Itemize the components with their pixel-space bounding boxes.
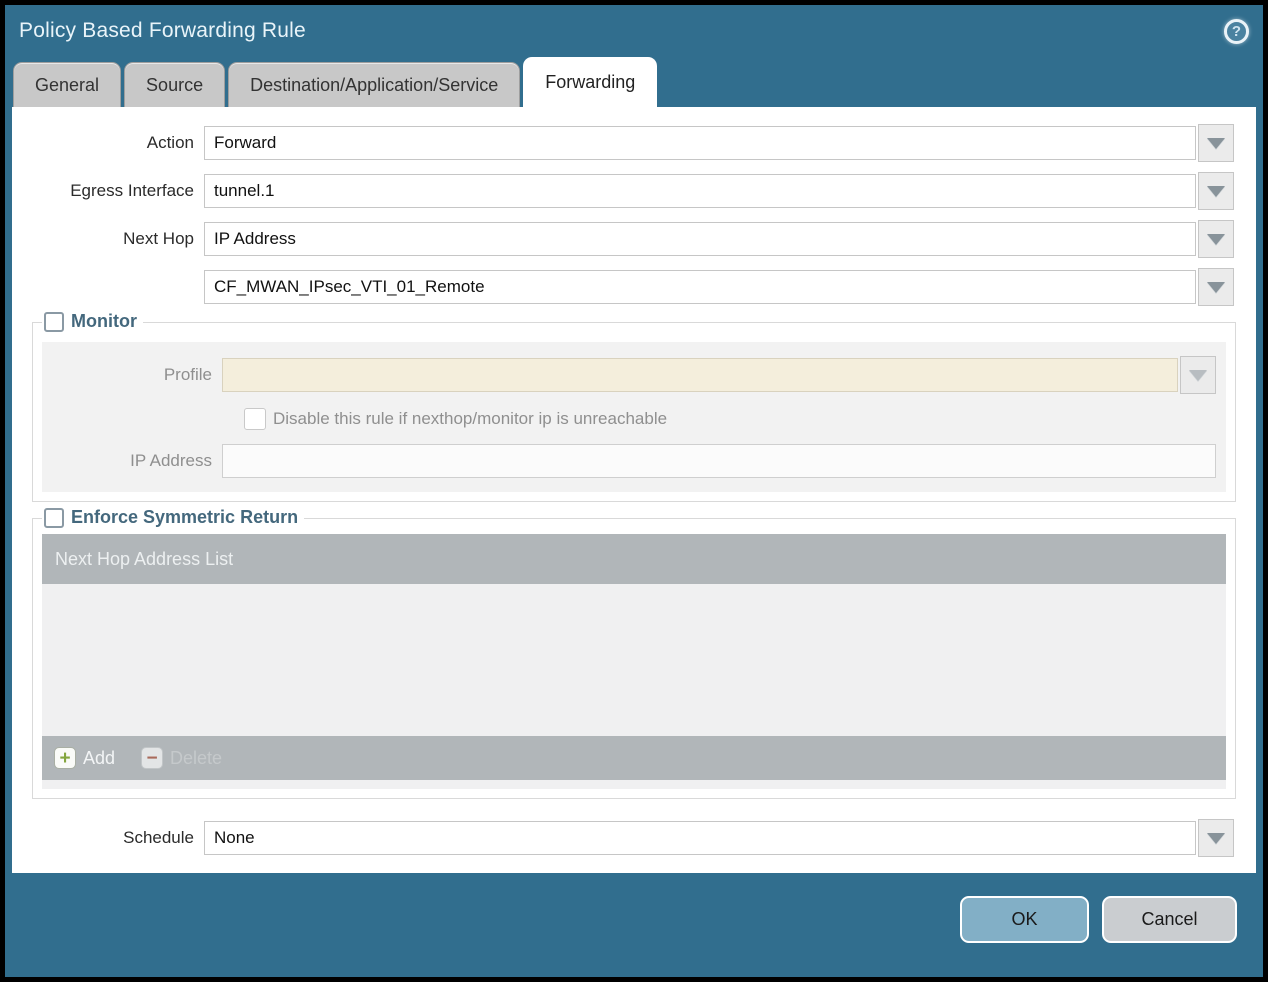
tab-forwarding[interactable]: Forwarding (523, 57, 658, 107)
symmetric-return-legend-label: Enforce Symmetric Return (71, 507, 299, 527)
disable-rule-row: Disable this rule if nexthop/monitor ip … (244, 408, 1216, 430)
next-hop-address-list-body[interactable] (42, 584, 1226, 736)
plus-icon: + (54, 747, 76, 769)
egress-interface-select[interactable]: tunnel.1 (204, 174, 1196, 208)
egress-interface-row: Egress Interface tunnel.1 (34, 172, 1234, 210)
profile-select (222, 358, 1178, 392)
delete-button-label: Delete (170, 747, 223, 768)
cancel-button[interactable]: Cancel (1102, 895, 1237, 943)
dialog-title: Policy Based Forwarding Rule (19, 19, 306, 42)
table-bottom-strip (42, 780, 1226, 789)
policy-based-forwarding-dialog: Policy Based Forwarding Rule ? General S… (5, 5, 1263, 977)
next-hop-address-row: CF_MWAN_IPsec_VTI_01_Remote (34, 268, 1234, 306)
schedule-row: Schedule None (34, 819, 1234, 857)
help-icon[interactable]: ? (1224, 18, 1249, 44)
next-hop-row: Next Hop IP Address (34, 220, 1234, 258)
schedule-dropdown-button[interactable] (1198, 819, 1234, 857)
add-button-label: Add (83, 747, 116, 768)
monitor-checkbox[interactable] (44, 311, 64, 332)
symmetric-return-fieldset: Enforce Symmetric Return Next Hop Addres… (32, 507, 1236, 799)
monitor-ip-address-label: IP Address (130, 451, 212, 470)
delete-button: − Delete (141, 747, 222, 769)
next-hop-type-select[interactable]: IP Address (204, 222, 1196, 256)
chevron-down-icon (1207, 137, 1225, 149)
monitor-legend-label: Monitor (71, 311, 137, 331)
chevron-down-icon (1207, 233, 1225, 245)
chevron-down-icon (1207, 832, 1225, 844)
tab-destination-application-service[interactable]: Destination/Application/Service (228, 62, 521, 107)
next-hop-address-list-toolbar: + Add − Delete (42, 736, 1226, 780)
schedule-select[interactable]: None (204, 821, 1196, 855)
profile-label: Profile (163, 365, 212, 384)
chevron-down-icon (1207, 185, 1225, 197)
action-dropdown-button[interactable] (1198, 124, 1234, 162)
monitor-ip-address-row: IP Address (52, 444, 1216, 478)
action-select[interactable]: Forward (204, 126, 1196, 160)
chevron-down-icon (1207, 281, 1225, 293)
monitor-disabled-panel: Profile Disable this rule if nexthop/mon… (42, 342, 1226, 492)
monitor-fieldset: Monitor Profile Disable this rule if nex… (32, 311, 1236, 502)
chevron-down-icon (1189, 369, 1207, 381)
tab-source[interactable]: Source (124, 62, 226, 107)
monitor-ip-address-input (222, 444, 1216, 478)
tab-general[interactable]: General (13, 62, 122, 107)
profile-dropdown-button (1180, 356, 1216, 394)
profile-row: Profile (52, 356, 1216, 394)
next-hop-address-list-table: Next Hop Address List + Add − Delete (42, 534, 1226, 789)
monitor-legend: Monitor (42, 311, 143, 332)
enforce-symmetric-return-checkbox[interactable] (44, 507, 64, 528)
schedule-label: Schedule (123, 828, 194, 847)
add-button[interactable]: + Add (54, 747, 115, 769)
egress-interface-dropdown-button[interactable] (1198, 172, 1234, 210)
dialog-footer: OK Cancel (5, 873, 1263, 977)
next-hop-type-dropdown-button[interactable] (1198, 220, 1234, 258)
next-hop-address-select[interactable]: CF_MWAN_IPsec_VTI_01_Remote (204, 270, 1196, 304)
disable-rule-label: Disable this rule if nexthop/monitor ip … (273, 409, 668, 428)
next-hop-address-list-header: Next Hop Address List (42, 534, 1226, 584)
action-label: Action (146, 133, 194, 152)
tab-bar: General Source Destination/Application/S… (5, 57, 1263, 107)
disable-rule-checkbox (244, 408, 266, 430)
forwarding-tab-panel: Action Forward Egress Interface tunnel.1… (12, 107, 1256, 873)
next-hop-address-dropdown-button[interactable] (1198, 268, 1234, 306)
next-hop-label: Next Hop (123, 229, 194, 248)
ok-button[interactable]: OK (960, 895, 1089, 943)
action-row: Action Forward (34, 124, 1234, 162)
symmetric-return-legend: Enforce Symmetric Return (42, 507, 305, 528)
egress-interface-label: Egress Interface (70, 181, 194, 200)
minus-icon: − (141, 747, 164, 769)
dialog-titlebar: Policy Based Forwarding Rule ? (5, 5, 1263, 57)
